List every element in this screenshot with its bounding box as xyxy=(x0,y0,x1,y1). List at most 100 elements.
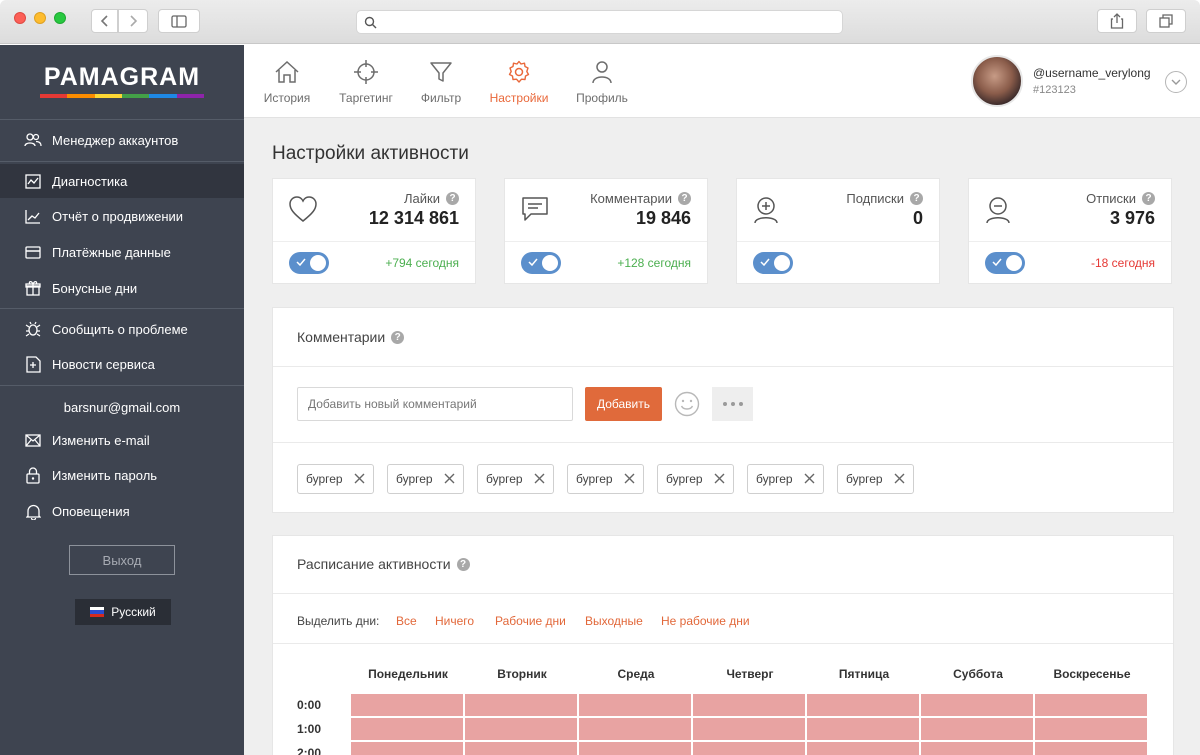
help-icon[interactable]: ? xyxy=(391,330,405,344)
schedule-cell[interactable] xyxy=(579,742,691,755)
help-icon[interactable]: ? xyxy=(446,192,459,205)
comments-toggle[interactable] xyxy=(521,252,561,274)
logout-button[interactable]: Выход xyxy=(69,545,175,575)
sidebar-item-payment-data[interactable]: Платёжные данные xyxy=(0,235,244,269)
chevron-left-icon xyxy=(100,15,108,27)
hour-label[interactable]: 1:00 xyxy=(297,722,321,736)
hour-label[interactable]: 0:00 xyxy=(297,698,321,712)
sidebar-item-change-password[interactable]: Изменить пароль xyxy=(0,458,244,492)
russian-flag-icon xyxy=(90,607,105,617)
day-header[interactable]: Воскресенье xyxy=(1035,667,1149,681)
sidebar-item-label: Отчёт о продвижении xyxy=(52,208,184,224)
sidebar-item-report-problem[interactable]: Сообщить о проблеме xyxy=(0,312,244,346)
tab-settings[interactable]: Настройки xyxy=(488,59,550,105)
forward-button[interactable] xyxy=(118,9,148,33)
comments-panel: Комментарии? Добавить новый комментарий … xyxy=(272,307,1174,513)
day-filter-link[interactable]: Ничего xyxy=(435,614,474,628)
remove-chip-icon[interactable] xyxy=(354,473,365,484)
schedule-cell[interactable] xyxy=(465,742,577,755)
day-header[interactable]: Пятница xyxy=(807,667,921,681)
remove-chip-icon[interactable] xyxy=(624,473,635,484)
sidebar-item-promotion-report[interactable]: Отчёт о продвижении xyxy=(0,199,244,233)
help-icon[interactable]: ? xyxy=(456,557,470,571)
day-header[interactable]: Четверг xyxy=(693,667,807,681)
schedule-cell[interactable] xyxy=(921,694,1033,716)
day-header[interactable]: Понедельник xyxy=(351,667,465,681)
schedule-cell[interactable] xyxy=(693,694,805,716)
tab-targeting[interactable]: Таргетинг xyxy=(335,59,397,105)
remove-chip-icon[interactable] xyxy=(534,473,545,484)
address-bar[interactable] xyxy=(356,10,843,34)
day-header[interactable]: Суббота xyxy=(921,667,1035,681)
new-comment-input[interactable]: Добавить новый комментарий xyxy=(297,387,573,421)
schedule-cell[interactable] xyxy=(579,694,691,716)
schedule-cell[interactable] xyxy=(1035,694,1147,716)
sidebar-item-diagnostics[interactable]: Диагностика xyxy=(0,164,244,198)
back-button[interactable] xyxy=(91,9,118,33)
remove-chip-icon[interactable] xyxy=(714,473,725,484)
divider xyxy=(273,593,1173,594)
unfollows-toggle[interactable] xyxy=(985,252,1025,274)
language-selector[interactable]: Русский xyxy=(75,599,171,625)
close-window-button[interactable] xyxy=(14,12,26,24)
app-logo[interactable]: PAMAGRAM xyxy=(40,63,204,92)
schedule-cell[interactable] xyxy=(465,694,577,716)
zoom-window-button[interactable] xyxy=(54,12,66,24)
help-icon[interactable]: ? xyxy=(678,192,691,205)
trend-chart-icon xyxy=(24,207,42,225)
hour-label[interactable]: 2:00 xyxy=(297,746,321,755)
day-header[interactable]: Вторник xyxy=(465,667,579,681)
sidebar-toggle-button[interactable] xyxy=(158,9,200,33)
user-menu-button[interactable] xyxy=(1165,71,1187,93)
avatar[interactable] xyxy=(971,55,1023,107)
follows-toggle[interactable] xyxy=(753,252,793,274)
logo-color-bar xyxy=(40,94,204,98)
tab-history[interactable]: История xyxy=(262,59,312,105)
schedule-cell[interactable] xyxy=(1035,718,1147,740)
schedule-cell[interactable] xyxy=(921,718,1033,740)
emoji-button[interactable] xyxy=(674,391,700,422)
sidebar-item-label: Новости сервиса xyxy=(52,356,155,372)
tab-filter[interactable]: Фильтр xyxy=(416,59,466,105)
logo-color-segment xyxy=(121,94,150,98)
remove-chip-icon[interactable] xyxy=(804,473,815,484)
schedule-cell[interactable] xyxy=(1035,742,1147,755)
remove-chip-icon[interactable] xyxy=(444,473,455,484)
minimize-window-button[interactable] xyxy=(34,12,46,24)
more-options-button[interactable] xyxy=(712,387,753,421)
schedule-cell[interactable] xyxy=(579,718,691,740)
chip-label: бургер xyxy=(846,472,883,486)
schedule-cell[interactable] xyxy=(807,694,919,716)
share-button[interactable] xyxy=(1097,9,1137,33)
day-filter-link[interactable]: Все xyxy=(396,614,417,628)
remove-chip-icon[interactable] xyxy=(894,473,905,484)
chip-label: бургер xyxy=(306,472,343,486)
tabs-icon xyxy=(1159,14,1173,28)
day-filter-link[interactable]: Не рабочие дни xyxy=(661,614,750,628)
schedule-cell[interactable] xyxy=(693,718,805,740)
schedule-cell[interactable] xyxy=(351,742,463,755)
sidebar-item-change-email[interactable]: Изменить e-mail xyxy=(0,423,244,457)
day-header[interactable]: Среда xyxy=(579,667,693,681)
sidebar-item-bonus-days[interactable]: Бонусные дни xyxy=(0,271,244,305)
schedule-cell[interactable] xyxy=(807,718,919,740)
gift-icon xyxy=(24,279,42,297)
schedule-cell[interactable] xyxy=(465,718,577,740)
likes-toggle[interactable] xyxy=(289,252,329,274)
schedule-cell[interactable] xyxy=(351,694,463,716)
day-filter-link[interactable]: Выходные xyxy=(585,614,643,628)
sidebar-item-account-manager[interactable]: Менеджер аккаунтов xyxy=(0,123,244,157)
schedule-cell[interactable] xyxy=(693,742,805,755)
schedule-cell[interactable] xyxy=(921,742,1033,755)
help-icon[interactable]: ? xyxy=(1142,192,1155,205)
schedule-cell[interactable] xyxy=(351,718,463,740)
tabs-overview-button[interactable] xyxy=(1146,9,1186,33)
sidebar-item-service-news[interactable]: Новости сервиса xyxy=(0,347,244,381)
help-icon[interactable]: ? xyxy=(910,192,923,205)
tab-profile[interactable]: Профиль xyxy=(575,59,629,105)
logo-color-segment xyxy=(94,94,122,98)
schedule-cell[interactable] xyxy=(807,742,919,755)
add-comment-button[interactable]: Добавить xyxy=(585,387,662,421)
day-filter-link[interactable]: Рабочие дни xyxy=(495,614,566,628)
sidebar-item-notifications[interactable]: Оповещения xyxy=(0,494,244,528)
